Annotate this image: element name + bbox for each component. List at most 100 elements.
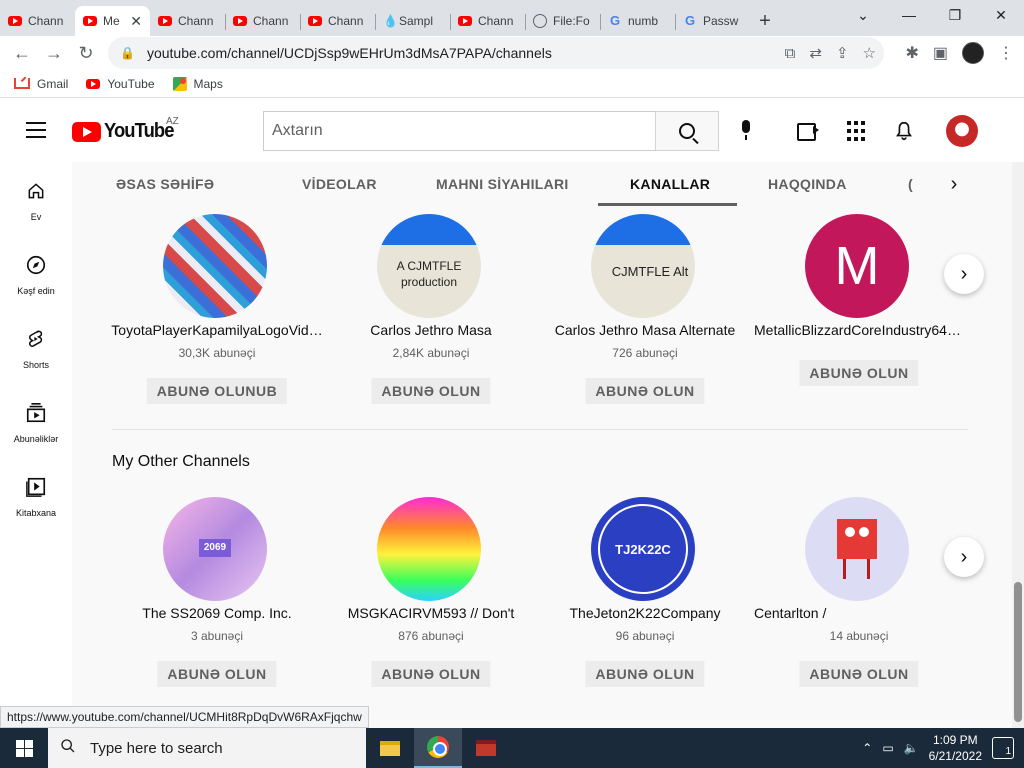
notification-center-icon[interactable]: 1	[992, 737, 1014, 759]
account-avatar[interactable]	[946, 115, 978, 147]
microphone-icon[interactable]	[740, 120, 752, 142]
bookmark-star-icon[interactable]: ☆	[863, 44, 876, 62]
channel-thumbnail[interactable]	[377, 497, 481, 601]
youtube-logo[interactable]: YouTube	[72, 120, 180, 143]
channel-card[interactable]: CJMTFLE Alt Carlos Jethro Masa Alternate…	[538, 214, 752, 409]
subscribe-button[interactable]: ABUNƏ OLUN	[371, 378, 491, 404]
close-window-icon[interactable]: ✕	[978, 0, 1024, 30]
channel-name[interactable]: MSGKACIRVM593 // Don't	[324, 605, 538, 621]
channel-thumbnail[interactable]: TJ2K22C	[591, 497, 695, 601]
share-icon[interactable]: ⇪	[836, 44, 849, 62]
bookmark-youtube[interactable]: YouTube	[86, 77, 155, 91]
reload-icon[interactable]: ↻	[70, 37, 102, 69]
subscribe-button[interactable]: ABUNƏ OLUN	[799, 360, 919, 386]
browser-tab[interactable]: Gnumb	[600, 6, 675, 36]
sidebar-item-library[interactable]: Kitabxana	[0, 458, 72, 532]
channel-card[interactable]: Centarlton / 14 abunəçi ABUNƏ OLUN	[752, 497, 966, 692]
chevron-right-icon[interactable]: ›	[932, 162, 976, 206]
browser-tab[interactable]: File:Fo	[525, 6, 600, 36]
back-icon[interactable]: ←	[6, 37, 38, 69]
extensions-icon[interactable]: ✱	[905, 43, 918, 63]
channel-card[interactable]: MSGKACIRVM593 // Don't 876 abunəçi ABUNƏ…	[324, 497, 538, 692]
chrome-taskbar-button[interactable]	[414, 728, 462, 768]
channel-thumbnail[interactable]: M	[805, 214, 909, 318]
channel-name[interactable]: MetallicBlizzardCoreIndustry64…	[754, 322, 964, 338]
channel-name[interactable]: Centarlton /	[754, 605, 968, 621]
volume-icon[interactable]: 🔈	[904, 741, 919, 755]
channel-thumbnail[interactable]: 2069	[163, 497, 267, 601]
sidebar-item-home[interactable]: Ev	[0, 162, 72, 236]
channel-card[interactable]: ToyotaPlayerKapamilyaLogoVid… 30,3K abun…	[110, 214, 324, 409]
sidebar-item-shorts[interactable]: Shorts	[0, 310, 72, 384]
lock-icon[interactable]: 🔒	[120, 46, 135, 60]
channel-thumbnail[interactable]	[805, 497, 909, 601]
hamburger-menu-icon[interactable]	[26, 122, 46, 138]
search-input[interactable]: Axtarın	[263, 111, 656, 151]
subscribe-button[interactable]: ABUNƏ OLUN	[157, 661, 277, 687]
sidebar-item-explore[interactable]: Kəşf edin	[0, 236, 72, 310]
bookmark-gmail[interactable]: Gmail	[14, 77, 68, 91]
browser-tab[interactable]: 💧 Sampl	[375, 6, 450, 36]
subscribe-button[interactable]: ABUNƏ OLUN	[799, 661, 919, 687]
channel-card[interactable]: TJ2K22C TheJeton2K22Company 96 abunəçi A…	[538, 497, 752, 692]
tab-search-icon[interactable]: ⌄	[840, 0, 886, 30]
subscribe-button[interactable]: ABUNƏ OLUN	[585, 661, 705, 687]
channel-thumbnail[interactable]: CJMTFLE Alt	[591, 214, 695, 318]
translate-icon[interactable]: ⇄	[809, 44, 822, 62]
subscribe-button[interactable]: ABUNƏ OLUN	[585, 378, 705, 404]
channel-name[interactable]: Carlos Jethro Masa Alternate	[538, 322, 752, 338]
restore-icon[interactable]: ❐	[932, 0, 978, 30]
search-button[interactable]	[655, 111, 719, 151]
menu-kebab-icon[interactable]: ⋮	[998, 43, 1014, 63]
tab-channels[interactable]: KANALLAR	[630, 162, 710, 206]
bookmark-maps[interactable]: Maps	[172, 76, 223, 91]
close-icon[interactable]: ✕	[130, 13, 142, 30]
new-tab-button[interactable]: +	[750, 6, 780, 36]
chevron-up-icon[interactable]: ⌃	[862, 741, 872, 755]
tab-home[interactable]: ƏSAS SƏHİFƏ	[116, 162, 214, 206]
tab-playlists[interactable]: MAHNI SİYAHILARI	[436, 162, 569, 206]
channel-thumbnail[interactable]	[163, 214, 267, 318]
browser-tab[interactable]: Chann	[450, 6, 525, 36]
subscribed-button[interactable]: ABUNƏ OLUNUB	[146, 378, 288, 404]
tab-overflow[interactable]: (	[908, 162, 914, 206]
url-text[interactable]: youtube.com/channel/UCDjSsp9wEHrUm3dMsA7…	[147, 45, 552, 61]
profile-avatar[interactable]	[962, 42, 984, 64]
channel-card[interactable]: 2069 The SS2069 Comp. Inc. 3 abunəçi ABU…	[110, 497, 324, 692]
subscribe-button[interactable]: ABUNƏ OLUN	[371, 661, 491, 687]
page-scrollbar[interactable]	[1012, 162, 1024, 728]
create-video-icon[interactable]	[797, 120, 819, 142]
browser-tab[interactable]: Chann	[0, 6, 75, 36]
channel-name[interactable]: ToyotaPlayerKapamilyaLogoVid…	[110, 322, 324, 338]
browser-tab[interactable]: Chann	[300, 6, 375, 36]
open-in-app-icon[interactable]: ⧉	[785, 45, 796, 62]
carousel-next-button[interactable]: ›	[944, 254, 984, 294]
channel-name[interactable]: Carlos Jethro Masa	[324, 322, 538, 338]
side-panel-icon[interactable]: ▣	[933, 43, 948, 63]
browser-tab[interactable]: Chann	[150, 6, 225, 36]
channel-name[interactable]: The SS2069 Comp. Inc.	[110, 605, 324, 621]
browser-tab[interactable]: G Passw	[675, 6, 750, 36]
notifications-bell-icon[interactable]	[893, 120, 915, 142]
toolbox-app-button[interactable]	[462, 728, 510, 768]
network-icon[interactable]: ▭	[882, 741, 893, 755]
carousel-next-button[interactable]: ›	[944, 537, 984, 577]
sidebar-item-subscriptions[interactable]: Abunəliklər	[0, 384, 72, 458]
scrollbar-thumb[interactable]	[1014, 582, 1022, 722]
browser-tab[interactable]: Chann	[225, 6, 300, 36]
taskbar-search-box[interactable]: Type here to search	[48, 728, 366, 768]
tab-about[interactable]: HAQQINDA	[768, 162, 847, 206]
channel-card[interactable]: M MetallicBlizzardCoreIndustry64… ABUNƏ …	[752, 214, 966, 409]
clock[interactable]: 1:09 PM 6/21/2022	[929, 732, 982, 764]
tab-videos[interactable]: VİDEOLAR	[302, 162, 377, 206]
address-bar[interactable]: 🔒 youtube.com/channel/UCDjSsp9wEHrUm3dMs…	[108, 37, 884, 69]
start-button[interactable]	[0, 728, 48, 768]
forward-icon[interactable]: →	[38, 37, 70, 69]
channel-name[interactable]: TheJeton2K22Company	[538, 605, 752, 621]
apps-grid-icon[interactable]	[845, 120, 867, 142]
channel-thumbnail[interactable]: A CJMTFLE production	[377, 214, 481, 318]
minimize-icon[interactable]: —	[886, 0, 932, 30]
browser-tab-active[interactable]: Me ✕	[75, 6, 150, 36]
file-explorer-button[interactable]	[366, 728, 414, 768]
channel-card[interactable]: A CJMTFLE production Carlos Jethro Masa …	[324, 214, 538, 409]
